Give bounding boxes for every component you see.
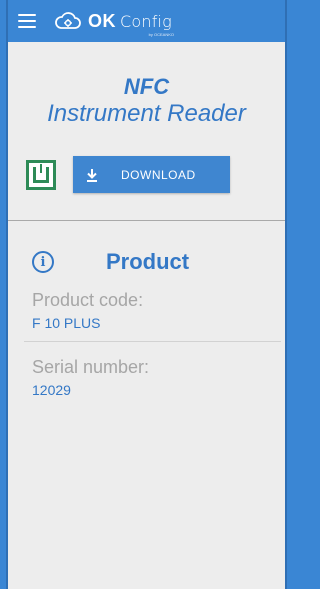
field-divider [24,341,281,342]
download-button[interactable]: DOWNLOAD [73,156,230,193]
brand-ok: OK [88,10,116,31]
section-divider [8,220,285,221]
serial-number-label: Serial number: [32,357,150,377]
info-icon: i [32,251,54,273]
product-section-title: Product [106,249,190,274]
page-title-nfc: NFC [123,74,170,99]
nfc-icon [26,159,56,190]
download-icon [87,168,97,182]
product-code-value: F 10 PLUS [32,315,101,331]
app-logo: OK Config by OCEANKO [88,10,174,37]
page-title-reader: Instrument Reader [47,100,246,127]
download-label: DOWNLOAD [121,167,196,182]
app-panel: OK Config by OCEANKO NFC Instrument Read… [6,0,287,589]
product-code-label: Product code: [32,290,144,310]
hamburger-icon[interactable] [18,14,36,28]
action-row: DOWNLOAD [8,156,285,193]
cloud-gear-icon [55,12,81,29]
serial-number-value: 12029 [32,382,71,398]
top-app-bar: OK Config by OCEANKO [8,0,285,42]
serial-number-field: Serial number: 12029 [8,356,285,398]
product-code-field: Product code: F 10 PLUS [8,289,285,331]
brand-config: Config [120,11,172,31]
product-section-header: i Product [8,249,285,275]
brand-sub: by OCEANKO [148,31,174,37]
